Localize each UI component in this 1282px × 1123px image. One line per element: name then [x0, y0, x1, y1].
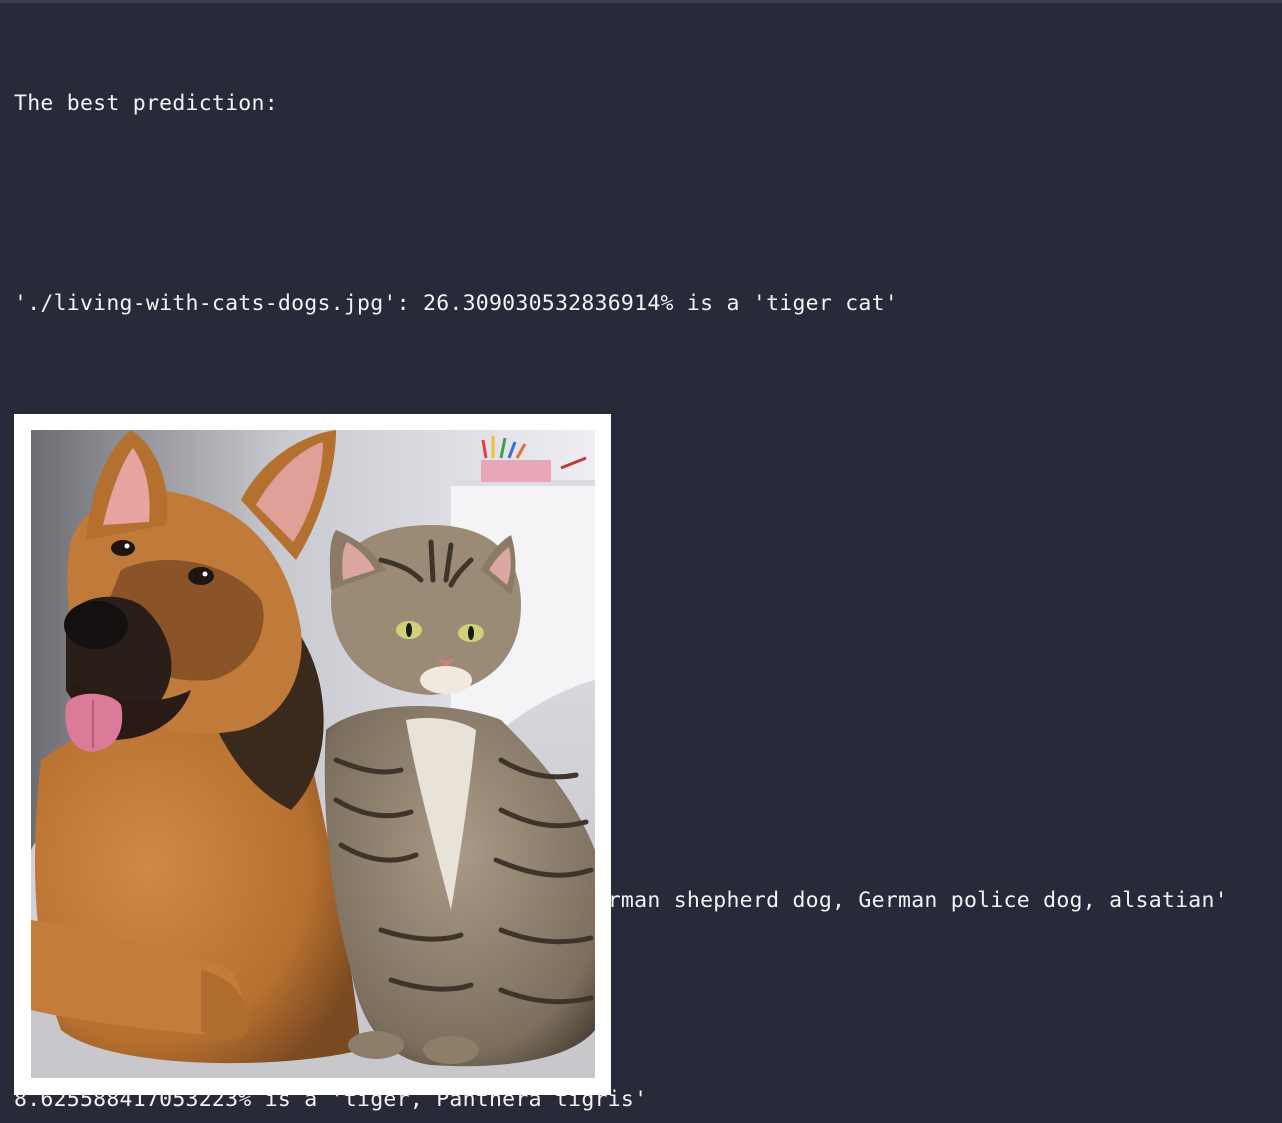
best-prediction-line: './living-with-cats-dogs.jpg': 26.309030…: [14, 290, 899, 316]
dog-and-cat-photo: [31, 430, 595, 1078]
output-image-frame: [14, 414, 611, 1095]
best-prediction-heading: The best prediction:: [14, 91, 278, 117]
